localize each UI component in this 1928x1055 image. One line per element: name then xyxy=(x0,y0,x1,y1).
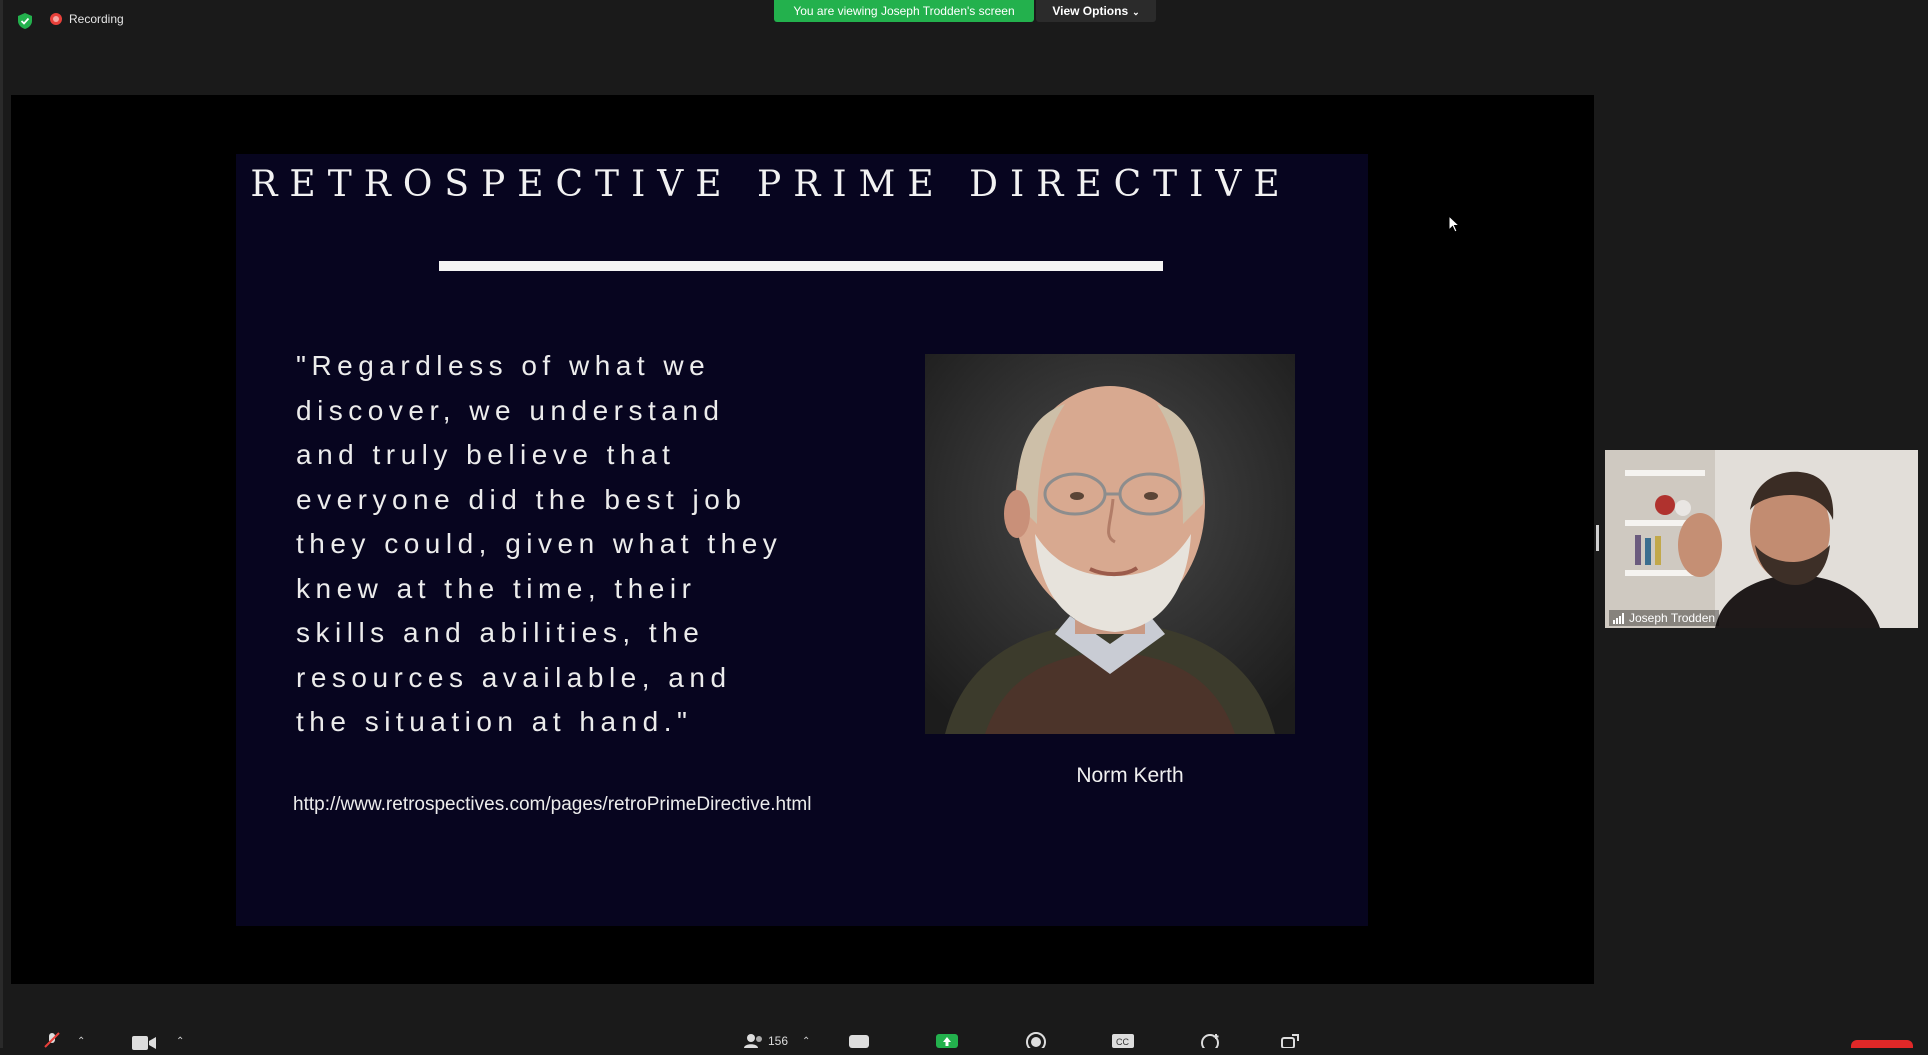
video-camera-icon[interactable] xyxy=(132,1036,156,1055)
recording-icon xyxy=(50,13,62,25)
mouse-cursor-icon xyxy=(1448,214,1461,238)
record-icon[interactable] xyxy=(1026,1032,1046,1053)
participant-name: Joseph Trodden xyxy=(1629,611,1716,625)
share-screen-icon[interactable] xyxy=(936,1034,958,1053)
chevron-down-icon: ⌄ xyxy=(1132,7,1140,17)
video-options-chevron-icon[interactable]: ⌃ xyxy=(176,1036,184,1047)
closed-caption-icon[interactable]: CC xyxy=(1112,1034,1134,1053)
svg-text:CC: CC xyxy=(1116,1037,1129,1047)
participant-video xyxy=(1605,450,1918,628)
recording-indicator[interactable]: Recording xyxy=(50,12,124,26)
end-meeting-button[interactable] xyxy=(1851,1040,1913,1048)
shield-check-icon[interactable] xyxy=(18,13,32,29)
participants-icon[interactable] xyxy=(744,1034,764,1053)
slide-quote: "Regardless of what we discover, we unde… xyxy=(296,350,783,737)
view-options-label: View Options xyxy=(1052,4,1129,18)
mute-mic-icon[interactable] xyxy=(44,1032,60,1053)
slide-divider xyxy=(439,261,1163,271)
signal-bars-icon xyxy=(1613,612,1624,624)
participant-video-tile[interactable]: Joseph Trodden xyxy=(1605,450,1918,628)
chat-icon[interactable] xyxy=(849,1035,869,1053)
participant-name-tag: Joseph Trodden xyxy=(1609,610,1720,626)
author-name: Norm Kerth xyxy=(1076,764,1184,787)
viewing-screen-banner: You are viewing Joseph Trodden's screen xyxy=(774,0,1034,22)
source-url: http://www.retrospectives.com/pages/retr… xyxy=(293,794,812,815)
apps-icon[interactable] xyxy=(1281,1034,1299,1053)
participants-chevron-icon[interactable]: ⌃ xyxy=(802,1036,810,1047)
mute-options-chevron-icon[interactable]: ⌃ xyxy=(77,1036,85,1047)
window-edge xyxy=(0,0,3,1048)
recording-label: Recording xyxy=(69,12,124,26)
participants-count[interactable]: 156 xyxy=(768,1034,788,1048)
meeting-top-bar: Recording You are viewing Joseph Trodden… xyxy=(0,0,1928,40)
presentation-slide: RETROSPECTIVE PRIME DIRECTIVE "Regardles… xyxy=(236,154,1368,926)
panel-resize-handle[interactable] xyxy=(1596,525,1599,551)
author-portrait xyxy=(925,354,1295,734)
slide-title: RETROSPECTIVE PRIME DIRECTIVE xyxy=(250,164,1292,205)
view-options-button[interactable]: View Options ⌄ xyxy=(1036,0,1156,22)
reactions-icon[interactable] xyxy=(1200,1033,1220,1053)
meeting-controls-toolbar xyxy=(0,1030,1928,1048)
